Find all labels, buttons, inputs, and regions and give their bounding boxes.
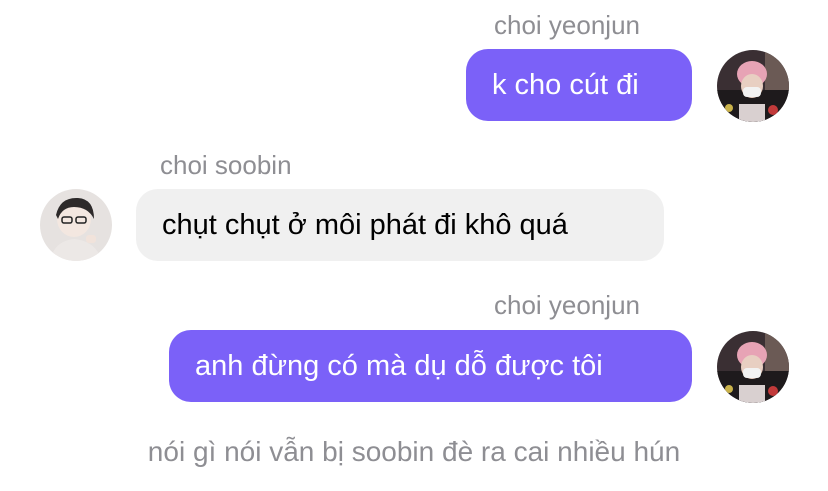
message-bubble[interactable]: chụt chụt ở môi phát đi khô quá xyxy=(136,189,664,261)
caption-text: nói gì nói vẫn bị soobin đè ra cai nhiều… xyxy=(147,436,681,467)
sender-name: choi soobin xyxy=(160,150,292,180)
message-bubble[interactable]: k cho cút đi xyxy=(466,49,692,121)
avatar-soobin[interactable] xyxy=(40,189,112,261)
avatar-yeonjun[interactable] xyxy=(717,331,789,403)
sender-name: choi yeonjun xyxy=(494,290,640,320)
message-bubble[interactable]: anh đừng có mà dụ dỗ được tôi xyxy=(169,330,692,402)
sender-name: choi yeonjun xyxy=(494,10,640,40)
avatar-yeonjun[interactable] xyxy=(717,50,789,122)
